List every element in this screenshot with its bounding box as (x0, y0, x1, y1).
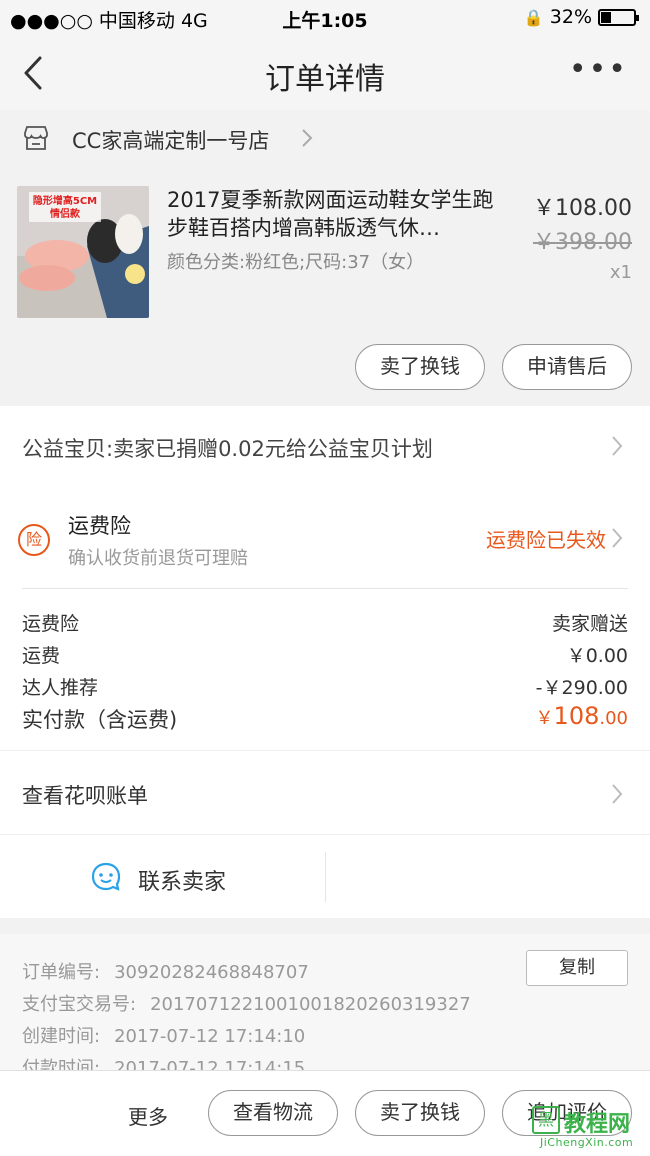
summary-value-shipping: ￥0.00 (566, 645, 628, 667)
summary-label-insurance: 运费险 (22, 613, 80, 635)
total-label: 实付款（含运费) (22, 708, 178, 732)
product-card[interactable]: 隐形增高5CM 情侣款 2017夏季新款网面运动鞋女学生跑步鞋百搭内增高韩版透气… (0, 176, 650, 406)
charity-info[interactable]: 公益宝贝:卖家已捐赠0.02元给公益宝贝计划 (22, 433, 433, 463)
total-currency: ￥ (535, 708, 554, 729)
battery-percent: 32% (549, 6, 592, 28)
chevron-right-icon (302, 129, 313, 147)
watermark-icon: 黑 (532, 1106, 560, 1134)
after-sales-button[interactable]: 申请售后 (502, 344, 632, 390)
thumb-badge-line2: 情侣款 (50, 207, 81, 220)
product-image: 隐形增高5CM 情侣款 (17, 186, 149, 318)
order-number-row: 订单编号: 30920282468848707 (22, 958, 309, 984)
divider (0, 750, 650, 751)
order-info: 订单编号: 30920282468848707 复制 支付宝交易号: 2017071… (0, 934, 650, 1070)
contact-seller-button[interactable]: 联系卖家 (138, 864, 226, 896)
divider (22, 588, 628, 589)
chevron-right-icon (612, 784, 623, 804)
order-number-value: 30920282468848707 (114, 962, 309, 983)
watermark-text: 教程网 (564, 1112, 631, 1137)
store-name[interactable]: CC家高端定制一号店 (72, 125, 269, 155)
status-right: 🔒 32% (523, 6, 639, 28)
insurance-subtitle: 确认收货前退货可理赔 (68, 548, 248, 569)
created-time-row: 创建时间: 2017-07-12 17:14:10 (22, 1022, 305, 1048)
paid-time-row: 付款时间: 2017-07-12 17:14:15 (22, 1054, 305, 1070)
order-number-label: 订单编号: (22, 962, 101, 983)
paid-time-value: 2017-07-12 17:14:15 (114, 1058, 306, 1070)
order-details-section: 公益宝贝:卖家已捐赠0.02元给公益宝贝计划 险 运费险 确认收货前退货可理赔 … (0, 406, 650, 918)
more-options-icon[interactable]: ••• (569, 55, 628, 85)
product-price: ￥108.00 (533, 196, 632, 221)
summary-value-discount: -￥290.00 (535, 677, 628, 699)
total-amount: ￥108.00 (536, 702, 628, 730)
battery-icon (598, 8, 639, 26)
page-title: 订单详情 (265, 62, 385, 97)
huabei-bill-link[interactable]: 查看花呗账单 (22, 780, 148, 810)
summary-label-shipping: 运费 (22, 645, 61, 667)
divider (0, 834, 650, 835)
product-quantity: x1 (609, 262, 632, 283)
chat-icon[interactable] (90, 861, 122, 893)
watermark-logo: 黑 教程网 JiChengXin.com (532, 1102, 644, 1154)
total-decimal: .00 (599, 708, 628, 729)
paid-time-label: 付款时间: (22, 1058, 101, 1070)
insurance-title: 运费险 (68, 514, 131, 538)
nav-bar: 订单详情 ••• (0, 36, 650, 110)
alipay-trade-row: 支付宝交易号: 2017071221001001820260319327 (22, 990, 471, 1016)
total-integer: 108 (553, 702, 600, 730)
product-original-price: ￥398.00 (533, 230, 632, 255)
alipay-trade-value: 2017071221001001820260319327 (150, 994, 471, 1015)
chevron-right-icon (612, 528, 623, 548)
view-logistics-button[interactable]: 查看物流 (208, 1090, 338, 1136)
store-row[interactable]: CC家高端定制一号店 (0, 110, 650, 168)
status-bar: ●●●○○ 中国移动 4G 上午1:05 🔒 32% (0, 0, 650, 36)
summary-label-discount: 达人推荐 (22, 677, 99, 699)
sell-for-cash-button[interactable]: 卖了换钱 (355, 1090, 485, 1136)
created-time-value: 2017-07-12 17:14:10 (114, 1026, 306, 1047)
divider (325, 852, 326, 902)
orientation-lock-icon: 🔒 (523, 7, 544, 27)
summary-value-insurance: 卖家赠送 (551, 613, 628, 635)
product-spec: 颜色分类:粉红色;尺码:37（女） (167, 252, 425, 273)
insurance-status[interactable]: 运费险已失效 (486, 524, 606, 553)
insurance-icon: 险 (18, 524, 50, 556)
more-button[interactable]: 更多 (128, 1101, 168, 1130)
product-title[interactable]: 2017夏季新款网面运动鞋女学生跑步鞋百搭内增高韩版透气休… (167, 186, 507, 242)
created-time-label: 创建时间: (22, 1026, 101, 1047)
watermark-subtext: JiChengXin.com (540, 1136, 634, 1149)
chevron-right-icon (612, 436, 623, 456)
copy-button[interactable]: 复制 (526, 950, 628, 986)
sell-for-cash-button[interactable]: 卖了换钱 (355, 344, 485, 390)
store-icon (24, 126, 48, 150)
product-thumbnail[interactable]: 隐形增高5CM 情侣款 (17, 186, 149, 318)
alipay-trade-label: 支付宝交易号: (22, 994, 137, 1015)
thumb-badge-line1: 隐形增高5CM (33, 194, 97, 207)
